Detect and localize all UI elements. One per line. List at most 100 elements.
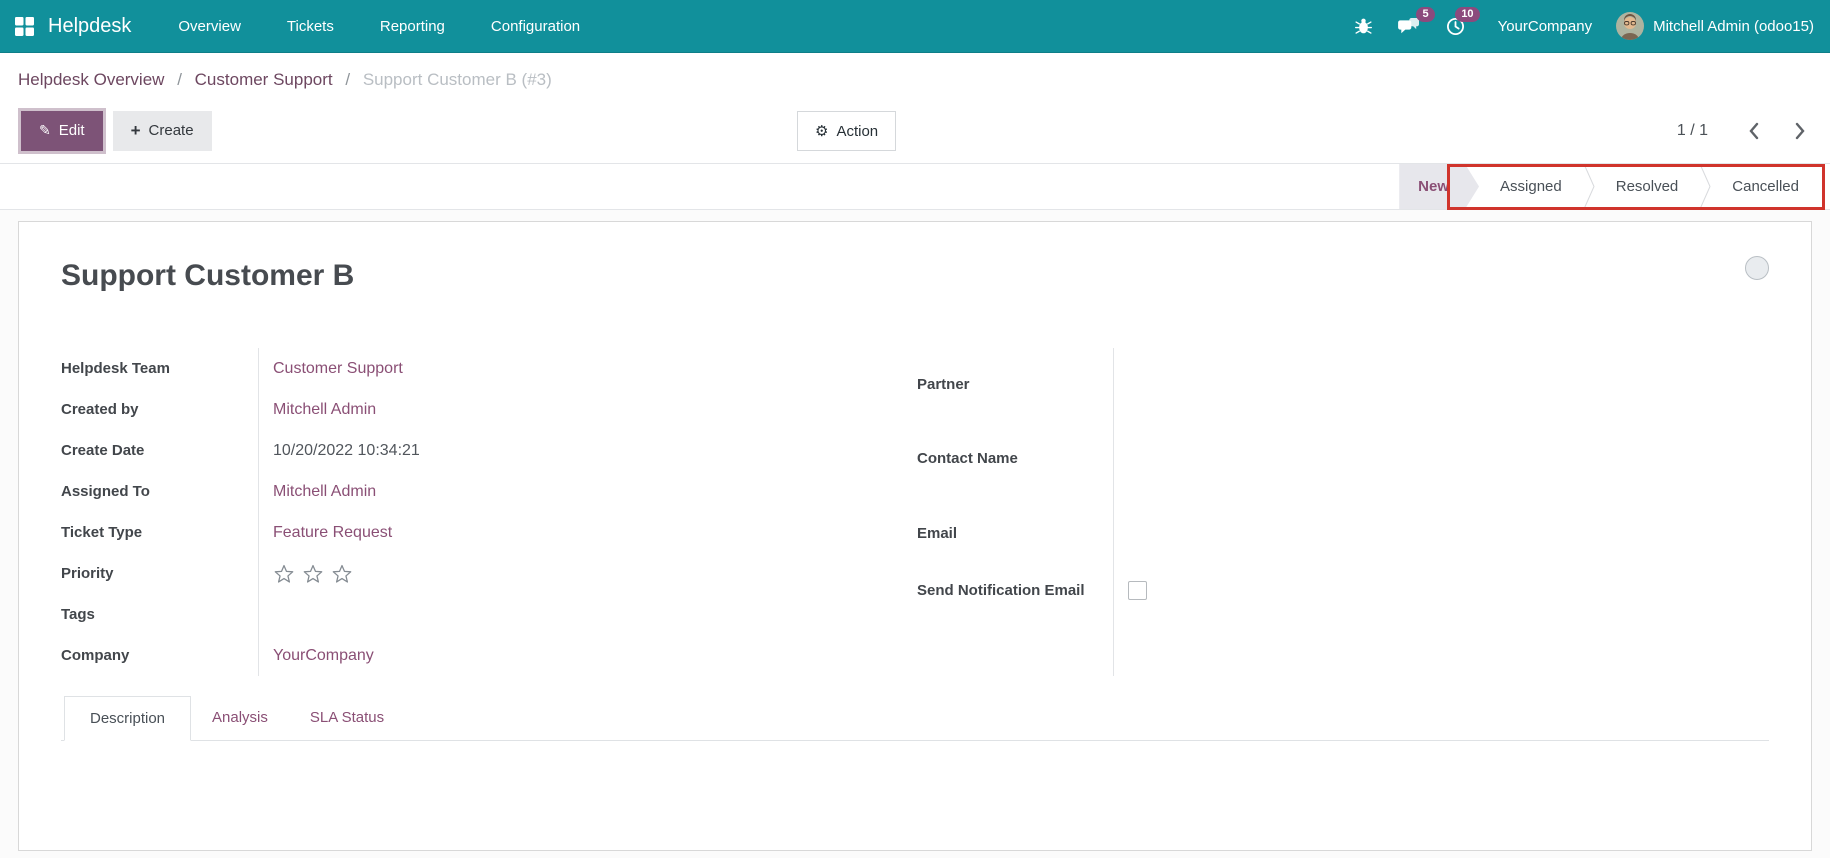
- pager-next-button[interactable]: [1789, 118, 1812, 144]
- field-row-contact-name: Contact Name: [917, 422, 1769, 497]
- main-menu: Overview Tickets Reporting Configuration: [155, 0, 603, 53]
- pager-value[interactable]: 1 / 1: [1677, 122, 1708, 140]
- stage-separator-icon: [1699, 164, 1711, 209]
- ticket-title: Support Customer B: [61, 259, 355, 292]
- star-empty-icon[interactable]: [302, 563, 324, 585]
- bug-icon: [1354, 18, 1372, 34]
- stage-assigned[interactable]: Assigned: [1479, 164, 1583, 209]
- chevron-left-icon: [1749, 122, 1759, 139]
- field-row-created-by: Created by Mitchell Admin: [61, 389, 913, 430]
- kanban-state-circle[interactable]: [1745, 256, 1769, 280]
- statusbar: New Assigned Resolved Cancelled: [0, 164, 1830, 210]
- create-date-value: 10/20/2022 10:34:21: [273, 441, 420, 459]
- gear-icon: ⚙: [815, 122, 829, 140]
- user-menu[interactable]: Mitchell Admin (odoo15): [1616, 12, 1814, 40]
- navbar-systray: 5 10 YourCompany Mitchell Admin (odoo15): [1342, 0, 1814, 53]
- menu-item-overview[interactable]: Overview: [155, 0, 264, 53]
- breadcrumb-helpdesk-overview[interactable]: Helpdesk Overview: [18, 70, 164, 89]
- field-row-ticket-type: Ticket Type Feature Request: [61, 512, 913, 553]
- breadcrumb-current: Support Customer B (#3): [362, 70, 552, 89]
- pencil-icon: ✎: [39, 122, 51, 139]
- messages-button[interactable]: 5: [1385, 0, 1435, 53]
- top-navbar: Helpdesk Overview Tickets Reporting Conf…: [0, 0, 1830, 53]
- control-panel: ✎ Edit + Create ⚙ Action 1 / 1: [0, 98, 1830, 164]
- apps-grid-icon: [15, 16, 34, 36]
- field-label-priority: Priority: [61, 553, 259, 594]
- pager: 1 / 1: [1677, 118, 1812, 144]
- field-label-created-by: Created by: [61, 389, 259, 430]
- assigned-to-link[interactable]: Mitchell Admin: [273, 483, 376, 500]
- breadcrumb-customer-support[interactable]: Customer Support: [195, 70, 333, 89]
- field-label-create-date: Create Date: [61, 430, 259, 471]
- stage-new[interactable]: New: [1399, 164, 1479, 209]
- field-label-company: Company: [61, 635, 259, 676]
- ticket-type-link[interactable]: Feature Request: [273, 524, 392, 541]
- user-avatar: [1616, 12, 1645, 40]
- field-row-helpdesk-team: Helpdesk Team Customer Support: [61, 348, 913, 389]
- field-label-assigned-to: Assigned To: [61, 471, 259, 512]
- field-label-tags: Tags: [61, 594, 259, 635]
- debug-mode-button[interactable]: [1342, 0, 1385, 53]
- star-empty-icon[interactable]: [273, 563, 295, 585]
- app-name[interactable]: Helpdesk: [48, 15, 131, 38]
- breadcrumb-separator: /: [345, 70, 351, 89]
- form-view-background: Support Customer B Helpdesk Team Custome…: [0, 210, 1830, 858]
- company-switcher[interactable]: YourCompany: [1498, 18, 1593, 35]
- activities-count-badge: 10: [1455, 6, 1480, 22]
- action-menu-button[interactable]: ⚙ Action: [797, 111, 897, 151]
- activities-button[interactable]: 10: [1433, 0, 1480, 53]
- menu-item-configuration[interactable]: Configuration: [468, 0, 603, 53]
- menu-item-tickets[interactable]: Tickets: [264, 0, 357, 53]
- field-row-create-date: Create Date 10/20/2022 10:34:21: [61, 430, 913, 471]
- apps-menu-button[interactable]: [14, 16, 35, 37]
- field-label-contact-name: Contact Name: [917, 422, 1114, 497]
- stage-resolved[interactable]: Resolved: [1595, 164, 1700, 209]
- form-sheet: Support Customer B Helpdesk Team Custome…: [18, 221, 1812, 851]
- edit-button[interactable]: ✎ Edit: [21, 110, 103, 151]
- notebook: Description Analysis SLA Status: [61, 696, 1769, 741]
- helpdesk-team-link[interactable]: Customer Support: [273, 360, 403, 377]
- partner-value-empty[interactable]: [1114, 348, 1769, 422]
- field-label-partner: Partner: [917, 348, 1114, 423]
- field-row-company: Company YourCompany: [61, 635, 913, 676]
- field-row-send-notification-email: Send Notification Email: [917, 570, 1769, 676]
- tab-sla-status[interactable]: SLA Status: [289, 696, 405, 740]
- field-label-ticket-type: Ticket Type: [61, 512, 259, 553]
- action-button-label: Action: [836, 122, 879, 140]
- create-button[interactable]: + Create: [112, 110, 212, 151]
- breadcrumb: Helpdesk Overview / Customer Support / S…: [0, 53, 1830, 98]
- field-label-email: Email: [917, 496, 1114, 571]
- field-row-tags: Tags: [61, 594, 913, 635]
- create-button-label: Create: [148, 122, 194, 139]
- created-by-link[interactable]: Mitchell Admin: [273, 401, 376, 418]
- star-empty-icon[interactable]: [331, 563, 353, 585]
- notebook-tabs: Description Analysis SLA Status: [61, 696, 1769, 741]
- field-group-right: Partner Contact Name Email Send Notifica…: [917, 348, 1769, 676]
- chevron-right-icon: [1795, 122, 1805, 139]
- breadcrumb-separator: /: [177, 70, 182, 89]
- pager-previous-button[interactable]: [1742, 118, 1765, 144]
- priority-stars: [273, 563, 913, 585]
- field-groups: Helpdesk Team Customer Support Created b…: [61, 348, 1769, 676]
- field-group-left: Helpdesk Team Customer Support Created b…: [61, 348, 913, 676]
- company-link[interactable]: YourCompany: [273, 647, 374, 664]
- field-row-assigned-to: Assigned To Mitchell Admin: [61, 471, 913, 512]
- field-label-helpdesk-team: Helpdesk Team: [61, 348, 259, 389]
- menu-item-reporting[interactable]: Reporting: [357, 0, 468, 53]
- send-notification-email-checkbox[interactable]: [1128, 580, 1147, 600]
- chat-icon: [1397, 18, 1419, 34]
- tags-value-empty[interactable]: [259, 594, 913, 635]
- field-label-send-notification-email: Send Notification Email: [917, 570, 1114, 676]
- field-row-email: Email: [917, 496, 1769, 571]
- field-row-partner: Partner: [917, 348, 1769, 423]
- field-row-priority: Priority: [61, 553, 913, 594]
- contact-name-value-empty[interactable]: [1114, 422, 1769, 496]
- email-value-empty[interactable]: [1114, 497, 1769, 571]
- user-name: Mitchell Admin (odoo15): [1653, 17, 1814, 35]
- plus-icon: +: [130, 120, 141, 140]
- stage-separator-icon: [1583, 164, 1595, 209]
- tab-analysis[interactable]: Analysis: [191, 696, 289, 740]
- tab-description[interactable]: Description: [64, 696, 192, 741]
- edit-button-label: Edit: [58, 122, 85, 139]
- stage-cancelled[interactable]: Cancelled: [1711, 164, 1820, 209]
